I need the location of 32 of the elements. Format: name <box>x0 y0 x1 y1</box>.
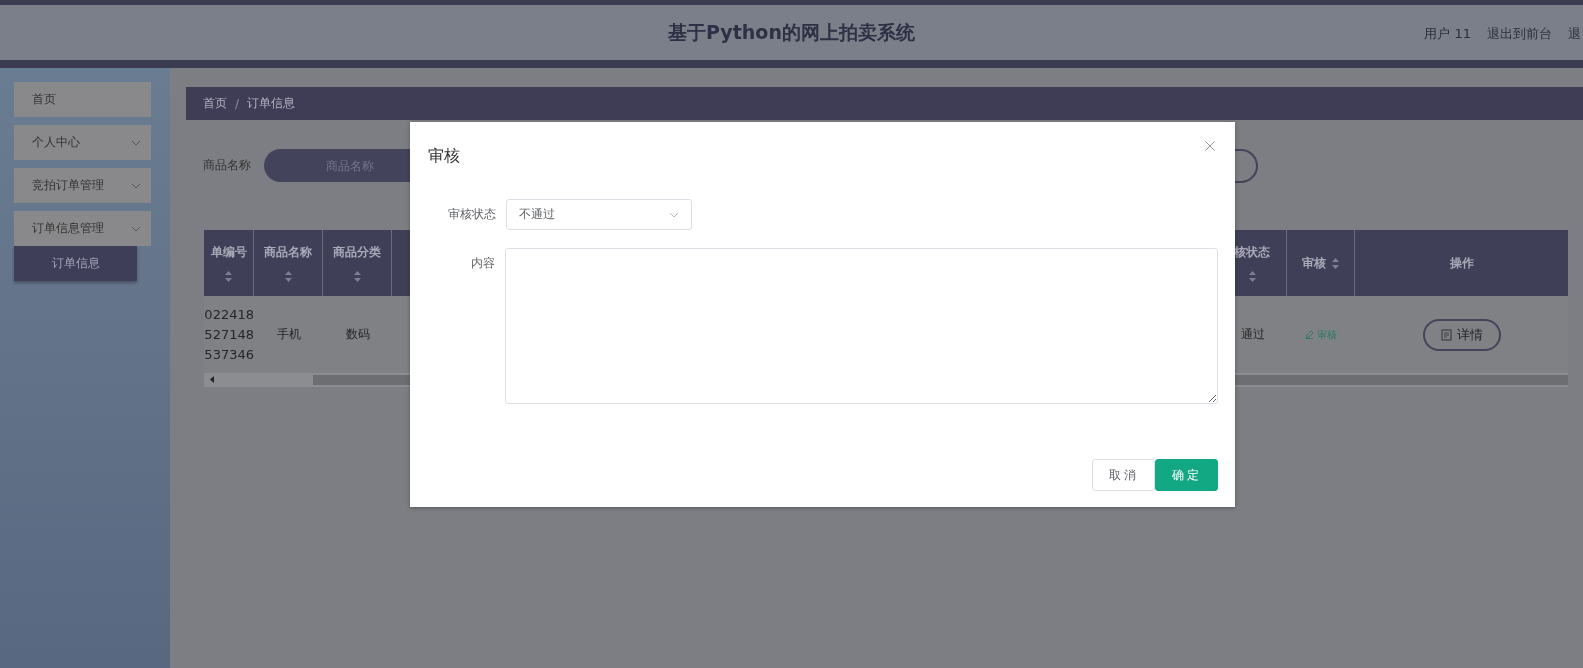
menu-item[interactable]: 首页 <box>14 82 151 117</box>
header-link[interactable]: 退 <box>1568 25 1581 43</box>
scroll-left-icon[interactable] <box>210 376 215 383</box>
breadcrumb-link[interactable]: 首页 <box>203 95 227 112</box>
menu-item[interactable]: 竞拍订单管理 <box>14 168 151 203</box>
search-label: 商品名称 <box>203 157 251 174</box>
field-label: 内容 <box>470 255 497 272</box>
detail-button[interactable]: 详情 <box>1422 318 1501 351</box>
table-cell: 通过 <box>1240 326 1265 343</box>
status-select[interactable]: 不通过 <box>506 199 692 230</box>
close-icon[interactable] <box>1205 141 1215 151</box>
confirm-button[interactable]: 确定 <box>1155 459 1218 491</box>
chevron-icon <box>669 211 679 218</box>
cancel-button[interactable]: 取消 <box>1092 459 1155 491</box>
breadcrumb-separator: / <box>235 96 240 111</box>
header-link[interactable]: 退出到前台 <box>1487 25 1552 43</box>
pencil-icon <box>1305 330 1314 339</box>
chevron-icon <box>131 225 141 232</box>
document-icon <box>1440 328 1452 341</box>
submenu-item[interactable]: 订单信息 <box>14 246 137 281</box>
field-label: 审核状态 <box>447 206 497 223</box>
breadcrumb-link[interactable]: 订单信息 <box>247 95 296 112</box>
header-link[interactable]: 用户 11 <box>1424 25 1471 43</box>
table-cell-text: 022418 527148 537346 <box>204 305 254 364</box>
column-header[interactable]: 操作 <box>1355 230 1568 296</box>
site-title: 基于Python的网上拍卖系统 <box>668 19 915 45</box>
menu-item[interactable]: 个人中心 <box>14 125 151 160</box>
table-cell: 手机 <box>276 326 301 343</box>
chevron-icon <box>131 182 141 189</box>
table-cell: 数码 <box>345 326 370 343</box>
chevron-icon <box>131 139 141 146</box>
menu-item[interactable]: 订单信息管理 <box>14 211 151 246</box>
